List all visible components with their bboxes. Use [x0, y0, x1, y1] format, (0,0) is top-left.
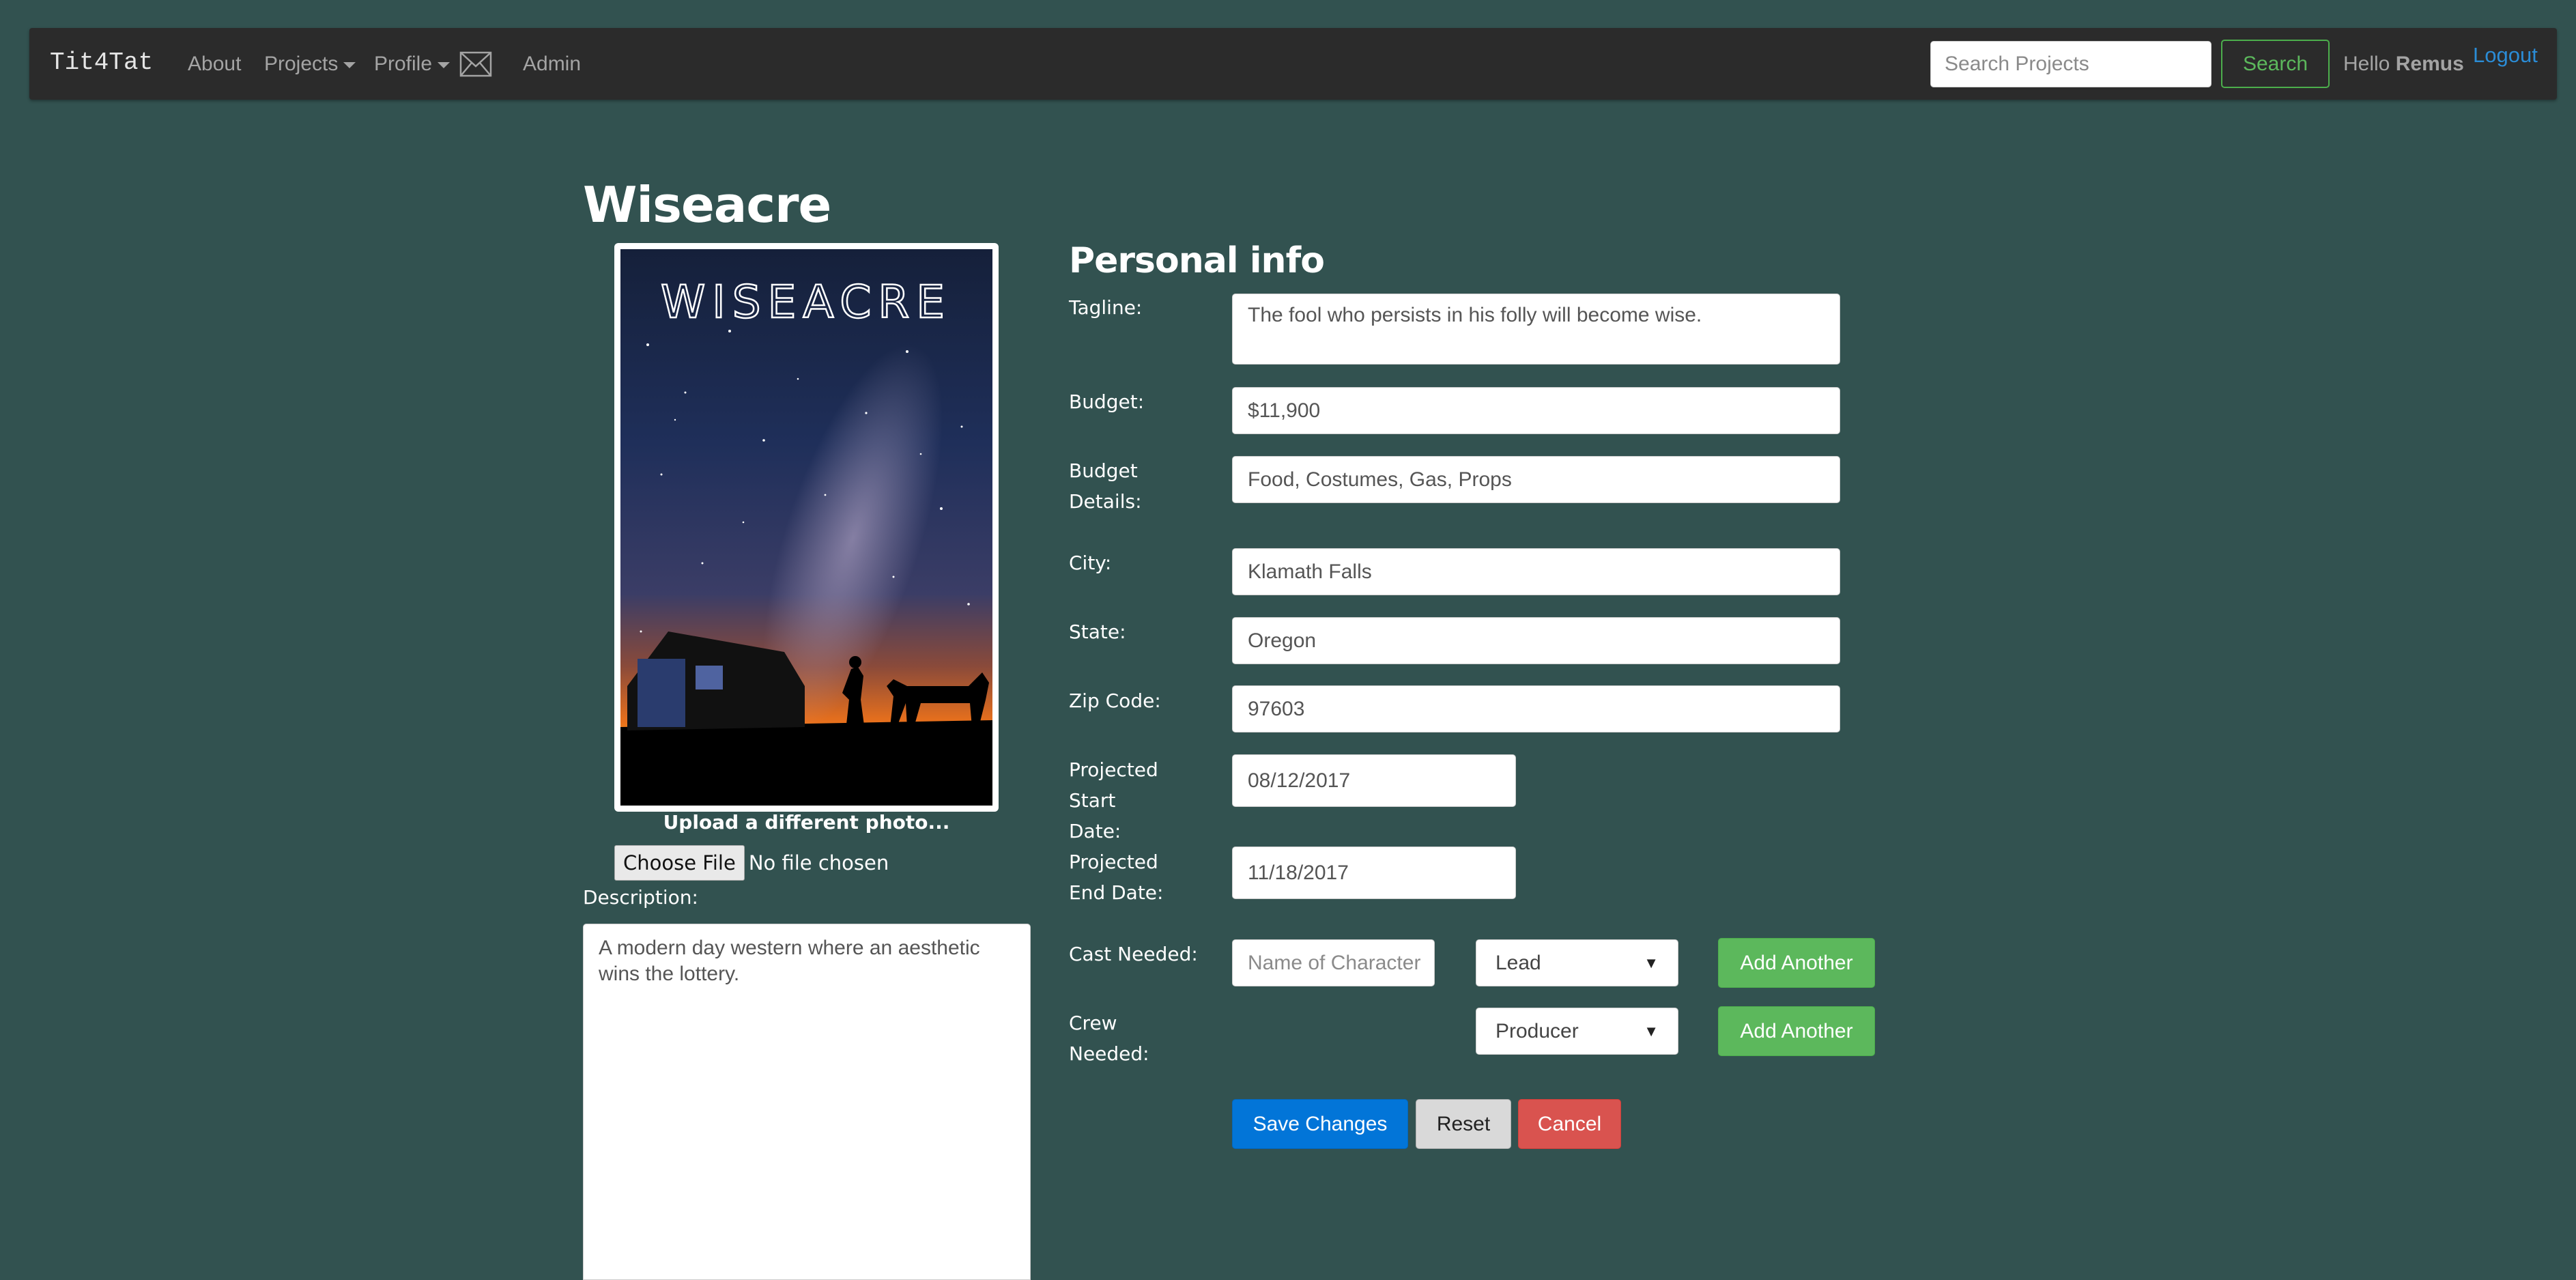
- crew-label: Crew Needed:: [1069, 1012, 1149, 1065]
- add-cast-button[interactable]: Add Another: [1718, 938, 1875, 988]
- poster-title-text: WISEACRE: [661, 276, 951, 328]
- end-date-label: Projected End Date:: [1069, 851, 1164, 904]
- nav-profile-dropdown[interactable]: Profile: [374, 53, 450, 76]
- upload-photo-label: Upload a different photo...: [663, 811, 950, 834]
- nav-projects-label: Projects: [264, 53, 339, 75]
- cancel-button[interactable]: Cancel: [1518, 1099, 1621, 1149]
- mail-icon[interactable]: [459, 51, 492, 81]
- city-input[interactable]: Klamath Falls: [1232, 548, 1840, 595]
- state-input[interactable]: Oregon: [1232, 617, 1840, 664]
- greeting-hello: Hello: [2343, 53, 2390, 75]
- zip-input[interactable]: 97603: [1232, 685, 1840, 733]
- form-heading: Personal info: [1069, 240, 1325, 281]
- cast-role-select[interactable]: Lead ▼: [1476, 939, 1678, 986]
- search-input[interactable]: [1930, 41, 2212, 87]
- tagline-input[interactable]: The fool who persists in his folly will …: [1232, 294, 1840, 365]
- crew-role-select[interactable]: Producer ▼: [1476, 1008, 1678, 1055]
- page-title: Wiseacre: [583, 176, 831, 233]
- description-textarea[interactable]: A modern day western where an aesthetic …: [583, 924, 1031, 1280]
- cast-role-value: Lead: [1495, 951, 1541, 974]
- tagline-label: Tagline:: [1069, 296, 1143, 319]
- crew-role-value: Producer: [1495, 1019, 1579, 1042]
- nav-profile-label: Profile: [374, 53, 433, 75]
- logout-link[interactable]: Logout: [2473, 43, 2538, 68]
- search-button[interactable]: Search: [2221, 40, 2330, 88]
- add-crew-button[interactable]: Add Another: [1718, 1006, 1875, 1056]
- chevron-down-icon: ▼: [1644, 954, 1659, 971]
- poster-frame: WISEACRE: [614, 243, 999, 812]
- greeting: Hello Remus: [2343, 53, 2464, 76]
- budget-input[interactable]: $11,900: [1232, 387, 1840, 434]
- description-label: Description:: [583, 886, 698, 909]
- end-date-input[interactable]: 11/18/2017: [1232, 847, 1516, 899]
- greeting-username: Remus: [2395, 53, 2464, 75]
- reset-button[interactable]: Reset: [1416, 1099, 1511, 1149]
- budget-details-input[interactable]: Food, Costumes, Gas, Props: [1232, 456, 1840, 503]
- choose-file-button[interactable]: Choose File: [614, 844, 745, 881]
- state-label: State:: [1069, 621, 1126, 643]
- cast-label: Cast Needed:: [1069, 943, 1198, 965]
- city-label: City:: [1069, 552, 1112, 574]
- poster-image: WISEACRE: [620, 249, 992, 806]
- start-date-input[interactable]: 08/12/2017: [1232, 754, 1516, 807]
- cast-character-input[interactable]: Name of Character: [1232, 939, 1435, 986]
- nav-about[interactable]: About: [188, 53, 241, 76]
- nav-admin[interactable]: Admin: [523, 53, 581, 76]
- budget-details-label: Budget Details:: [1069, 459, 1142, 513]
- start-date-label: Projected Start Date:: [1069, 758, 1158, 842]
- navbar: Tit4Tat About Projects Profile Admin Sea…: [29, 28, 2557, 100]
- save-changes-button[interactable]: Save Changes: [1232, 1099, 1408, 1149]
- budget-label: Budget:: [1069, 390, 1145, 413]
- brand-logo[interactable]: Tit4Tat: [50, 48, 153, 76]
- zip-label: Zip Code:: [1069, 689, 1161, 712]
- chevron-down-icon: ▼: [1644, 1022, 1659, 1040]
- chevron-down-icon: [438, 61, 450, 68]
- no-file-text: No file chosen: [748, 851, 889, 874]
- chevron-down-icon: [343, 61, 356, 68]
- file-input[interactable]: Choose File No file chosen: [614, 844, 889, 881]
- nav-projects-dropdown[interactable]: Projects: [264, 53, 356, 76]
